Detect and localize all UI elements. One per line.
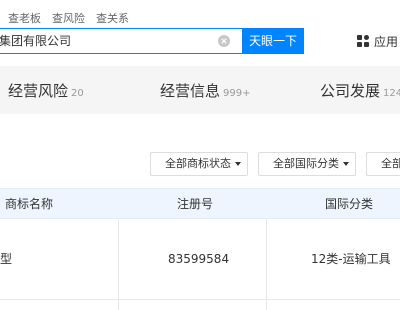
nav-item-company-development[interactable]: 公司发展 124 xyxy=(320,80,400,101)
section-nav: 经营风险 20 经营信息 999+ 公司发展 124 xyxy=(0,66,400,114)
nav-item-label: 经营风险 xyxy=(8,82,69,100)
search-tab-relation[interactable]: 查关系 xyxy=(96,11,129,27)
cell-name: 型 xyxy=(0,252,13,266)
column-divider xyxy=(266,300,267,310)
apps-grid-icon xyxy=(357,35,369,47)
nav-item-count: 999+ xyxy=(223,88,251,99)
cell-intl-class: 12类-运输工具 xyxy=(311,252,391,266)
search-type-tabs: 查老板 查风险 查关系 xyxy=(0,11,140,27)
column-header-intl-class: 国际分类 xyxy=(325,197,374,211)
trademark-status-filter[interactable]: 全部商标状态 xyxy=(150,152,248,176)
search-tab-risk[interactable]: 查风险 xyxy=(52,11,85,27)
filter-label: 全部商标状态 xyxy=(165,157,231,170)
search-input-value: 集团有限公司 xyxy=(0,34,72,48)
table-header: 商标名称 注册号 国际分类 xyxy=(0,188,400,219)
column-divider xyxy=(118,300,119,310)
nav-item-operating-info[interactable]: 经营信息 999+ xyxy=(160,80,250,101)
search-button[interactable]: 天眼一下 xyxy=(242,28,304,54)
column-header-name: 商标名称 xyxy=(5,197,54,211)
caret-down-icon xyxy=(343,162,349,166)
table-row[interactable]: 型 83599584 12类-运输工具 xyxy=(0,219,400,300)
nav-item-count: 124 xyxy=(383,88,400,99)
search-tab-boss[interactable]: 查老板 xyxy=(8,11,41,27)
table-row xyxy=(0,300,400,310)
cell-reg-no: 83599584 xyxy=(168,252,230,266)
intl-class-filter[interactable]: 全部国际分类 xyxy=(258,152,356,176)
nav-item-count: 20 xyxy=(71,88,84,99)
column-divider xyxy=(266,219,267,300)
column-header-reg-no: 注册号 xyxy=(177,197,214,211)
caret-down-icon xyxy=(235,162,241,166)
apps-menu-label: 应用 xyxy=(374,34,399,49)
more-filter[interactable]: 全部 xyxy=(366,152,400,176)
nav-item-operating-risk[interactable]: 经营风险 20 xyxy=(8,80,84,101)
filter-label: 全部国际分类 xyxy=(273,157,339,170)
column-divider xyxy=(118,219,119,300)
nav-item-label: 公司发展 xyxy=(320,82,381,100)
filter-label: 全部 xyxy=(381,157,400,170)
search-input[interactable]: 集团有限公司 xyxy=(0,28,242,54)
apps-menu[interactable]: 应用 xyxy=(357,33,398,49)
top-header: 查老板 查风险 查关系 集团有限公司 天眼一下 应用 xyxy=(0,0,400,66)
nav-item-label: 经营信息 xyxy=(160,82,221,100)
clear-icon[interactable] xyxy=(218,35,230,47)
